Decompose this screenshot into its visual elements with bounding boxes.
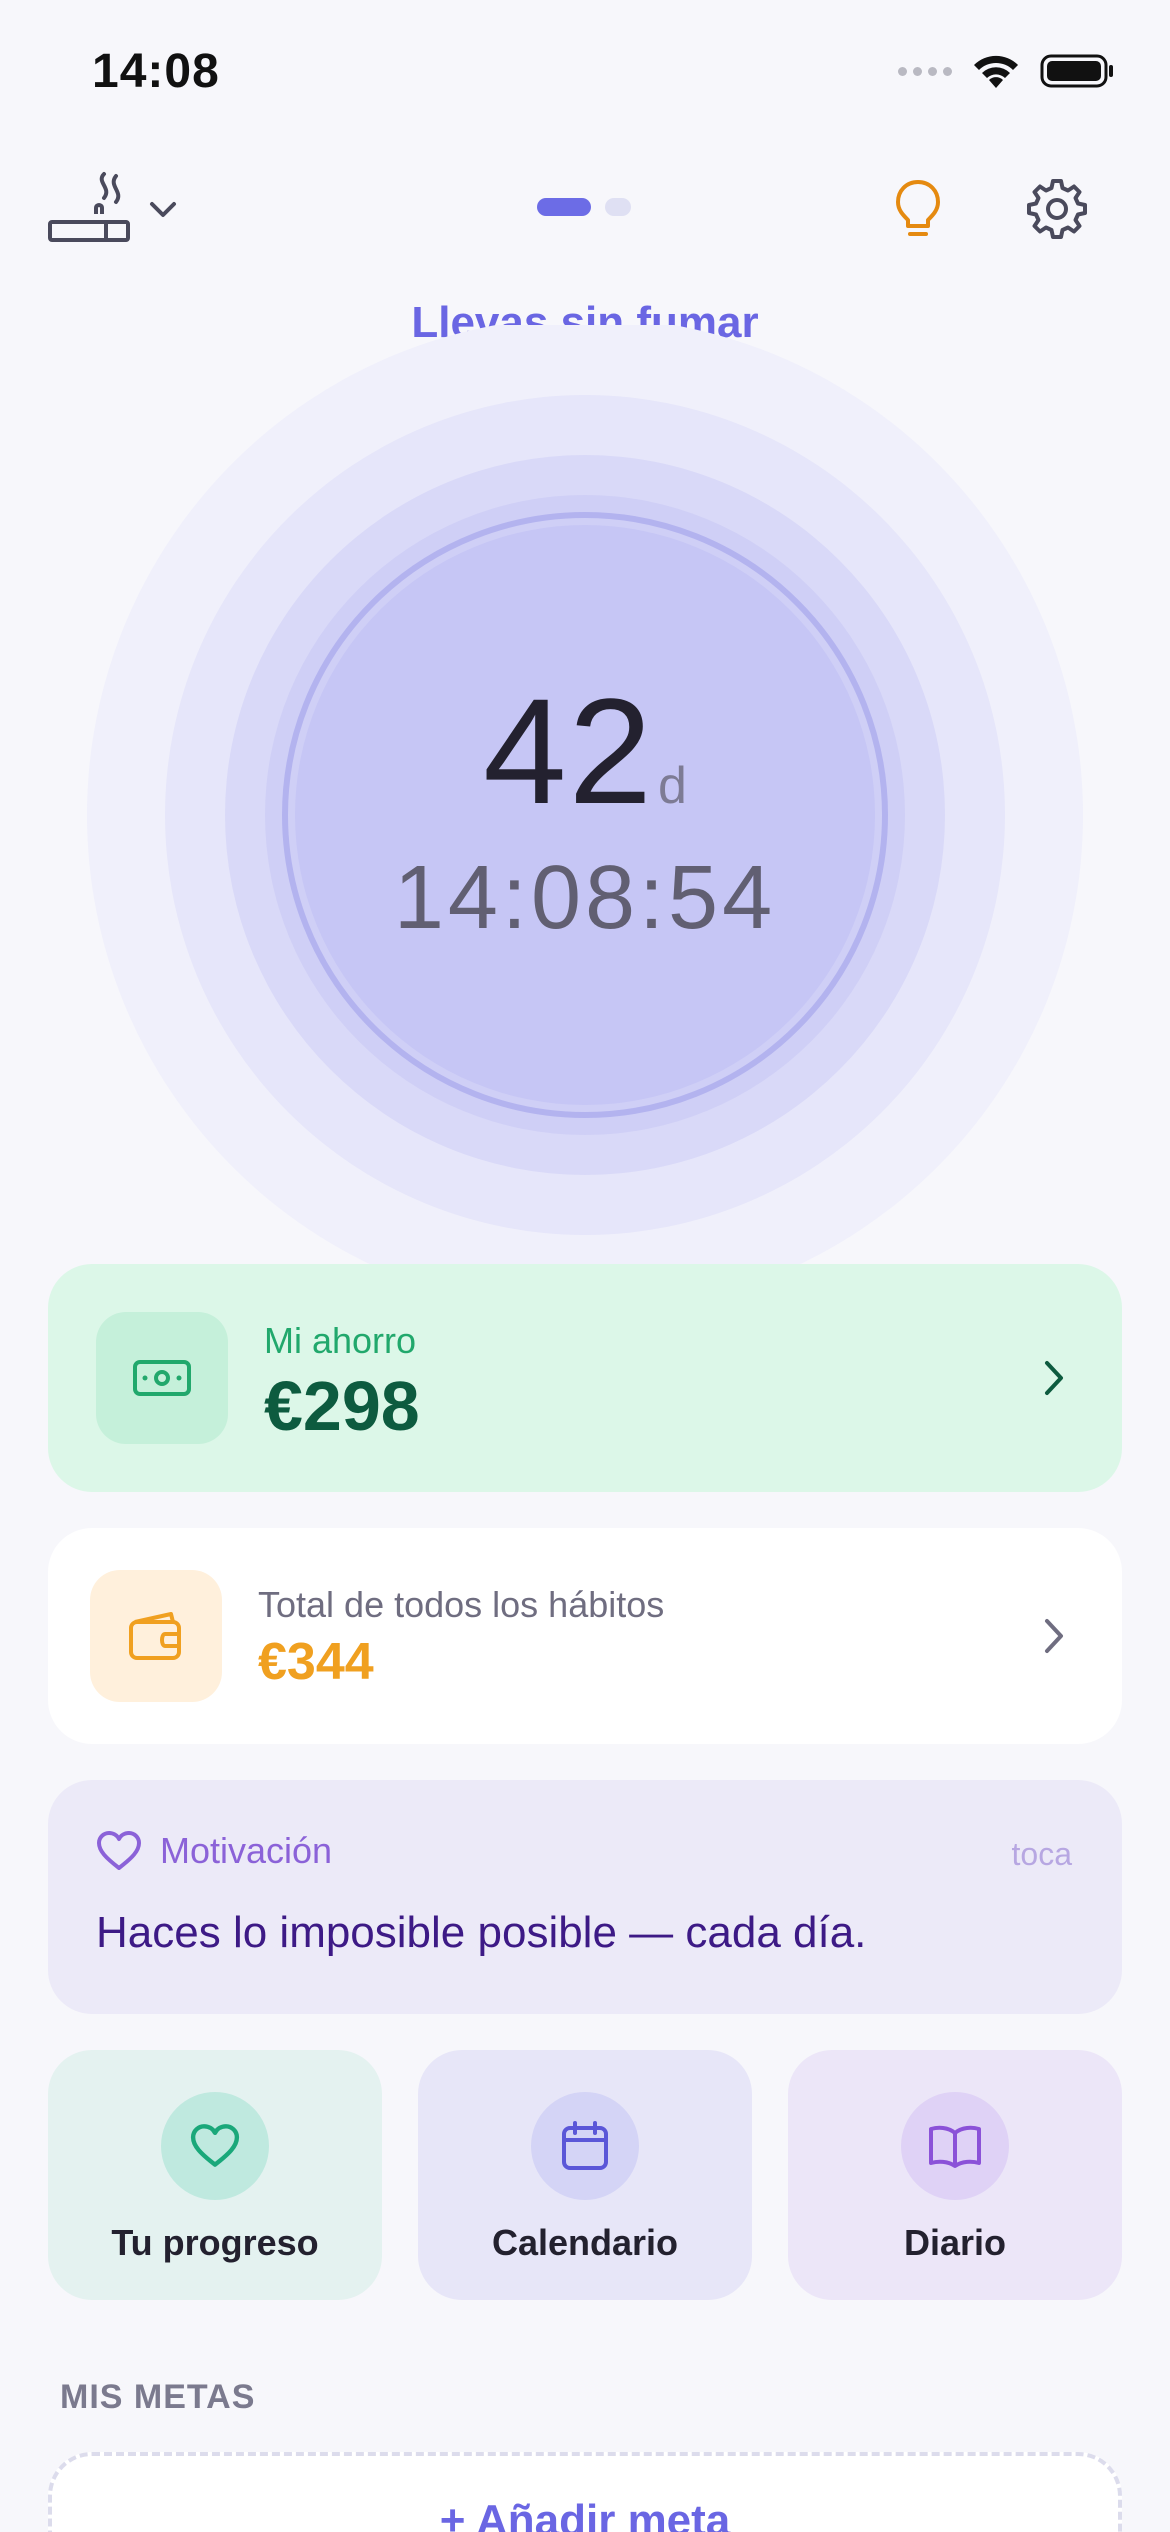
chevron-down-icon <box>150 202 176 217</box>
cigarette-icon <box>48 172 130 242</box>
savings-card[interactable]: Mi ahorro €298 <box>48 1264 1122 1492</box>
tile-progress-icon-circle <box>161 2092 269 2200</box>
tile-calendar-icon-circle <box>531 2092 639 2200</box>
total-habits-card[interactable]: Total de todos los hábitos €344 <box>48 1528 1122 1744</box>
motivation-quote: Haces lo imposible posible — cada día. <box>96 1908 867 1957</box>
days-unit: d <box>657 757 687 815</box>
tips-button[interactable] <box>888 174 948 244</box>
tile-calendar-label: Calendario <box>491 2222 679 2263</box>
total-icon-box <box>90 1570 222 1702</box>
calendar-icon <box>562 2121 608 2170</box>
top-nav <box>0 160 1170 270</box>
battery-icon <box>1040 54 1113 88</box>
wifi-icon <box>974 55 1018 88</box>
tile-diary[interactable]: Diario <box>788 2050 1122 2300</box>
habit-selector[interactable] <box>46 170 178 250</box>
book-icon <box>929 2125 981 2168</box>
motivation-title: Motivación <box>160 1830 333 1871</box>
heart-icon <box>190 2124 240 2167</box>
tile-diary-icon-circle <box>901 2092 1009 2200</box>
savings-title: Mi ahorro <box>264 1320 417 1361</box>
settings-button[interactable] <box>1022 174 1092 244</box>
savings-icon-box <box>96 1312 228 1444</box>
total-value: €344 <box>258 1633 374 1691</box>
chevron-right-icon <box>1045 1361 1063 1395</box>
days-counter: 42d <box>75 665 1095 838</box>
heart-icon <box>97 1831 141 1870</box>
add-goal-label: + Añadir meta <box>439 2496 731 2532</box>
days-value: 42 <box>483 667 654 835</box>
page-dot-1[interactable] <box>537 198 591 216</box>
goals-section-title: MIS METAS <box>60 2378 256 2416</box>
banknote-icon <box>133 1360 191 1396</box>
cellular-signal-icon <box>898 66 952 76</box>
tile-progress-label: Tu progreso <box>111 2222 319 2263</box>
wallet-icon <box>129 1612 181 1660</box>
page-indicator[interactable] <box>537 198 631 216</box>
smoke-free-timer[interactable]: 42d 14:08:54 <box>75 325 1095 1325</box>
gear-icon <box>1027 179 1087 239</box>
tile-diary-label: Diario <box>903 2222 1007 2263</box>
add-goal-button[interactable]: + Añadir meta <box>48 2452 1122 2532</box>
chevron-right-icon <box>1045 1619 1063 1653</box>
elapsed-clock: 14:08:54 <box>393 848 777 948</box>
savings-value: €298 <box>264 1367 420 1445</box>
status-icons <box>898 52 1116 90</box>
motivation-header: Motivación <box>96 1830 332 1872</box>
motivation-card[interactable]: Motivación toca Haces lo imposible posib… <box>48 1780 1122 2014</box>
motivation-hint: toca <box>1011 1836 1072 1872</box>
tile-progress[interactable]: Tu progreso <box>48 2050 382 2300</box>
status-bar: 14:08 <box>0 0 1170 150</box>
total-title: Total de todos los hábitos <box>258 1584 665 1625</box>
page-dot-2[interactable] <box>605 198 631 216</box>
tile-calendar[interactable]: Calendario <box>418 2050 752 2300</box>
lightbulb-icon <box>896 180 940 236</box>
status-time: 14:08 <box>92 45 220 98</box>
